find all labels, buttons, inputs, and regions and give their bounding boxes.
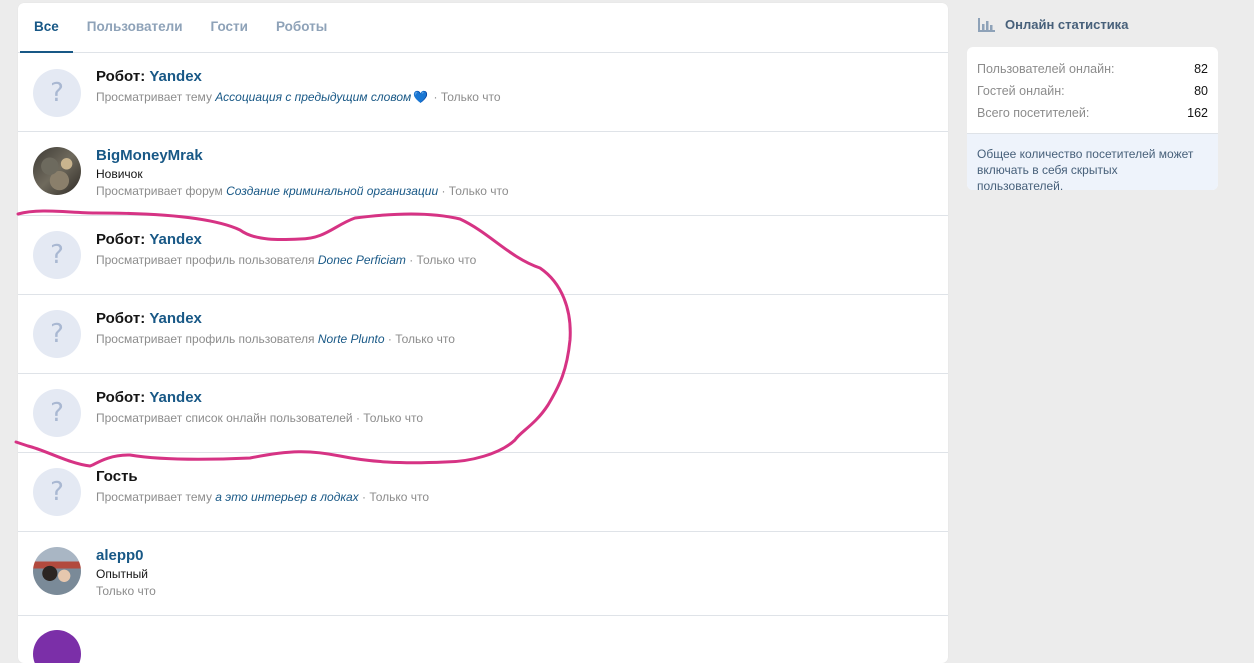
robot-prefix: Робот:: [96, 231, 150, 248]
heart-icon: 💙: [413, 90, 429, 104]
activity-target-link[interactable]: а это интерьер в лодках: [215, 490, 358, 504]
activity-time: · Только что: [405, 253, 477, 267]
activity-action: Просматривает тему: [96, 490, 216, 504]
sidebar-title-text: Онлайн статистика: [1005, 17, 1129, 32]
stats-list: Пользователей онлайн: 82 Гостей онлайн: 80…: [967, 47, 1218, 134]
activity-line: Только что: [96, 583, 156, 599]
tab-all[interactable]: Все: [20, 3, 73, 53]
activity-action: Просматривает профиль пользователя: [96, 253, 318, 267]
tab-guests[interactable]: Гости: [197, 3, 262, 53]
tab-robots[interactable]: Роботы: [262, 3, 341, 53]
activity-action: Просматривает тему: [96, 90, 216, 104]
avatar[interactable]: [33, 630, 81, 663]
bar-chart-icon: [978, 17, 995, 32]
avatar-placeholder-icon: ?: [33, 231, 81, 279]
activity-target-link[interactable]: Ассоциация с предыдущим словом: [215, 90, 411, 104]
visitor-link[interactable]: Yandex: [149, 310, 202, 327]
avatar-placeholder-icon: ?: [33, 310, 81, 358]
activity-target-link[interactable]: Создание криминальной организации: [226, 184, 438, 198]
activity-line: Просматривает форум Создание криминально…: [96, 183, 509, 199]
list-item: ? Робот: Yandex Просматривает профиль по…: [18, 216, 948, 295]
list-item: ? Гость Просматривает тему а это интерье…: [18, 453, 948, 532]
visitor-name: Гость: [96, 468, 138, 485]
activity-target-link[interactable]: Norte Plunto: [318, 332, 385, 346]
activity-time: · Только что: [352, 411, 424, 425]
stat-total-visitors: Всего посетителей: 162: [967, 102, 1218, 124]
activity-line: Просматривает тему а это интерьер в лодк…: [96, 489, 429, 505]
visitor-name: alepp0: [96, 547, 156, 565]
activity-action: Просматривает форум: [96, 184, 227, 198]
stat-label: Всего посетителей:: [977, 106, 1090, 120]
activity-time: · Только что: [430, 90, 501, 104]
stat-users-online: Пользователей онлайн: 82: [967, 58, 1218, 80]
tab-bar: Все Пользователи Гости Роботы: [18, 3, 948, 53]
avatar-placeholder-icon: ?: [33, 69, 81, 117]
stat-value: 82: [1194, 62, 1208, 76]
visitor-link[interactable]: BigMoneyMrak: [96, 147, 203, 164]
activity-action: Просматривает список онлайн пользователе…: [96, 411, 353, 425]
activity-action: Просматривает профиль пользователя: [96, 332, 318, 346]
stat-guests-online: Гостей онлайн: 80: [967, 80, 1218, 102]
visitor-link[interactable]: Yandex: [149, 389, 202, 406]
online-stats-box: Пользователей онлайн: 82 Гостей онлайн: 80…: [967, 47, 1218, 190]
robot-prefix: Робот:: [96, 310, 150, 327]
avatar[interactable]: [33, 147, 81, 195]
user-rank: Новичок: [96, 167, 143, 181]
activity-line: Просматривает профиль пользователя Donec…: [96, 252, 476, 268]
activity-time: Только что: [96, 584, 156, 598]
visitor-link[interactable]: alepp0: [96, 547, 144, 564]
visitor-link[interactable]: Yandex: [149, 68, 202, 85]
visitor-name: Робот: Yandex: [96, 68, 501, 86]
avatar-placeholder-icon: ?: [33, 389, 81, 437]
list-item: BigMoneyMrak Новичок Просматривает форум…: [18, 132, 948, 216]
visitor-name: BigMoneyMrak: [96, 147, 509, 165]
list-item: [18, 616, 948, 663]
activity-time: · Только что: [384, 332, 455, 346]
visitor-name: Робот: Yandex: [96, 310, 455, 328]
activity-line: Просматривает список онлайн пользователе…: [96, 410, 423, 426]
online-users-panel: Все Пользователи Гости Роботы ? Робот: Y…: [18, 3, 948, 663]
stats-note: Общее количество посетителей может включ…: [967, 134, 1218, 190]
avatar-placeholder-icon: ?: [33, 468, 81, 516]
robot-prefix: Робот:: [96, 68, 150, 85]
stat-label: Гостей онлайн:: [977, 84, 1065, 98]
visitor-name: Робот: Yandex: [96, 231, 476, 249]
list-item: ? Робот: Yandex Просматривает профиль по…: [18, 295, 948, 374]
list-item: ? Робот: Yandex Просматривает тему Ассоц…: [18, 53, 948, 132]
visitor-name: Робот: Yandex: [96, 389, 423, 407]
stat-value: 80: [1194, 84, 1208, 98]
robot-prefix: Робот:: [96, 389, 150, 406]
avatar[interactable]: [33, 547, 81, 595]
visitor-link[interactable]: Yandex: [149, 231, 202, 248]
sidebar-title: Онлайн статистика: [978, 17, 1128, 32]
activity-time: · Только что: [438, 184, 509, 198]
activity-time: · Только что: [358, 490, 430, 504]
activity-line: Просматривает тему Ассоциация с предыдущ…: [96, 89, 501, 105]
activity-line: Просматривает профиль пользователя Norte…: [96, 331, 455, 347]
list-item: ? Робот: Yandex Просматривает список онл…: [18, 374, 948, 453]
user-rank: Опытный: [96, 567, 148, 581]
list-item: alepp0 Опытный Только что: [18, 532, 948, 616]
stat-value: 162: [1187, 106, 1208, 120]
tab-users[interactable]: Пользователи: [73, 3, 197, 53]
stat-label: Пользователей онлайн:: [977, 62, 1115, 76]
activity-target-link[interactable]: Donec Perficiam: [318, 253, 406, 267]
